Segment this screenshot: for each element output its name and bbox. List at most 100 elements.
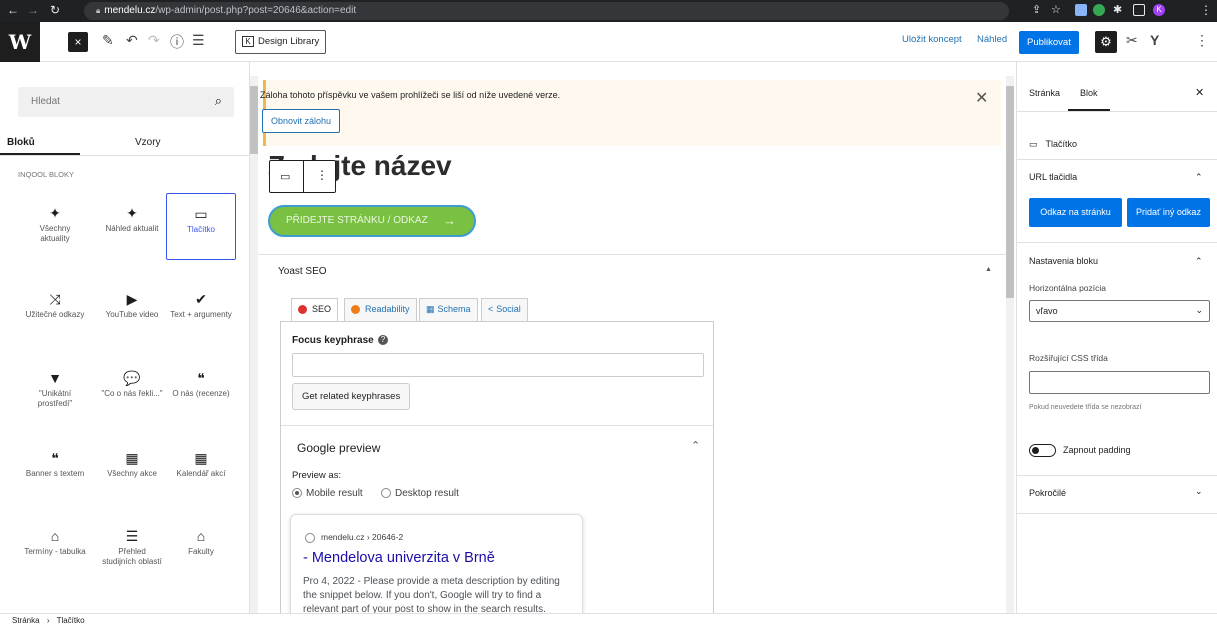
yoast-tab-readability[interactable]: Readability bbox=[344, 298, 417, 321]
block-item[interactable]: ✦ Náhled aktualit bbox=[97, 202, 167, 234]
editor-toolbar: W × ✎ ↶ ↷ ⓘ ☰ K Design Library Uložit kon… bbox=[0, 22, 1217, 62]
url-section-title[interactable]: URL tlačidla bbox=[1029, 172, 1077, 182]
close-sidebar-icon[interactable]: ✕ bbox=[1195, 86, 1204, 99]
preview-button[interactable]: Náhled bbox=[977, 34, 1007, 45]
block-item[interactable]: ▶ YouTube video bbox=[97, 288, 167, 320]
kadence-icon: K bbox=[242, 35, 254, 47]
toolbar-divider bbox=[303, 161, 304, 192]
seo-tab-label: SEO bbox=[312, 304, 332, 314]
save-draft-button[interactable]: Uložit koncept bbox=[902, 34, 962, 45]
puzzle-icon[interactable]: ✱ bbox=[1113, 3, 1122, 16]
focus-keyphrase-input[interactable] bbox=[292, 353, 704, 377]
tab-block[interactable]: Blok bbox=[1080, 88, 1098, 98]
chevron-down-icon[interactable]: ⌄ bbox=[1195, 486, 1203, 497]
reload-icon[interactable]: ↻ bbox=[50, 3, 60, 17]
add-other-link-button[interactable]: Pridať iný odkaz bbox=[1127, 198, 1210, 227]
inserter-scrollbar-thumb[interactable] bbox=[250, 86, 258, 154]
block-icon: 💬 bbox=[123, 370, 141, 386]
tab-blocks[interactable]: Bloků bbox=[7, 137, 35, 148]
chevron-up-icon[interactable]: ⌃ bbox=[691, 439, 700, 452]
block-settings-title[interactable]: Nastavenia bloku bbox=[1029, 256, 1098, 266]
help-icon[interactable]: ? bbox=[378, 335, 388, 345]
breadcrumb: Stránka › Tlačítko bbox=[0, 613, 1217, 627]
block-item[interactable]: ▼ "Unikátní prostředí" bbox=[20, 367, 90, 409]
yoast-tab-seo[interactable]: SEO bbox=[291, 298, 339, 322]
block-type-icon[interactable]: ▭ bbox=[280, 170, 290, 183]
breadcrumb-page[interactable]: Stránka bbox=[12, 616, 40, 625]
block-item[interactable]: ✔ Text + argumenty bbox=[166, 288, 236, 320]
close-inserter-button[interactable]: × bbox=[68, 32, 88, 52]
block-item[interactable]: ⌂ Fakulty bbox=[166, 525, 236, 557]
tab-page[interactable]: Stránka bbox=[1029, 88, 1060, 98]
padding-toggle-label: Zapnout padding bbox=[1063, 445, 1131, 455]
chevron-up-icon[interactable]: ⌃ bbox=[1195, 256, 1203, 267]
tab-divider bbox=[0, 155, 250, 156]
options-menu-icon[interactable]: ⋮ bbox=[1195, 32, 1209, 49]
serp-title: - Mendelova univerzita v Brně bbox=[303, 550, 495, 566]
yoast-tab-social[interactable]: < Social bbox=[481, 298, 528, 321]
advanced-section-title[interactable]: Pokročilé bbox=[1029, 488, 1066, 498]
block-item[interactable]: ▦ Všechny akce bbox=[97, 447, 167, 479]
block-label: Termíny - tabulka bbox=[24, 547, 86, 556]
backup-notice-text: Záloha tohoto příspěvku ve vašem prohlíž… bbox=[260, 90, 561, 100]
inserter-scrollbar[interactable] bbox=[250, 76, 258, 613]
css-help-text: Pokud neuvedete třída se nezobrazí bbox=[1029, 404, 1142, 411]
sidepanel-icon[interactable] bbox=[1133, 4, 1145, 16]
close-notice-icon[interactable]: ✕ bbox=[975, 88, 988, 108]
divider bbox=[1017, 475, 1217, 476]
caret-up-icon[interactable]: ▲ bbox=[985, 266, 992, 273]
chrome-menu-icon[interactable]: ⋮ bbox=[1200, 3, 1212, 17]
wordpress-logo[interactable]: W bbox=[0, 22, 40, 62]
extension-icon[interactable] bbox=[1075, 4, 1087, 16]
forward-icon[interactable]: → bbox=[27, 3, 39, 17]
block-item[interactable]: ▦ Kalendář akcí bbox=[166, 447, 236, 479]
block-item[interactable]: ❝ O nás (recenze) bbox=[166, 367, 236, 399]
padding-toggle[interactable] bbox=[1029, 444, 1056, 457]
block-item[interactable]: 💬 "Co o nás řekli..." bbox=[97, 367, 167, 399]
address-bar[interactable]: 🔒︎ mendelu.cz/wp-admin/post.php?post=2064… bbox=[84, 2, 1009, 20]
block-item[interactable]: ✦ Všechny aktuality bbox=[20, 202, 90, 244]
block-icon: ▦ bbox=[194, 450, 208, 466]
block-search-input[interactable]: Hledat ⌕ bbox=[18, 87, 234, 117]
editor-scrollbar-thumb[interactable] bbox=[1006, 86, 1014, 298]
kadence-blocks-icon[interactable]: ✂ bbox=[1126, 32, 1138, 49]
publish-button[interactable]: Publikovat bbox=[1019, 31, 1079, 54]
link-to-page-button[interactable]: Odkaz na stránku bbox=[1029, 198, 1122, 227]
block-item[interactable]: ☰ Přehled studijních oblastí bbox=[97, 525, 167, 567]
pencil-icon[interactable]: ✎ bbox=[102, 32, 114, 49]
restore-backup-button[interactable]: Obnovit zálohu bbox=[262, 109, 341, 133]
get-related-keyphrases-button[interactable]: Get related keyphrases bbox=[292, 383, 411, 410]
tab-patterns[interactable]: Vzory bbox=[135, 137, 161, 148]
yoast-tab-schema[interactable]: ▦ Schema bbox=[419, 298, 478, 321]
desktop-result-radio[interactable]: Desktop result bbox=[381, 488, 459, 499]
url-domain: mendelu.cz bbox=[104, 5, 156, 16]
radio-unselected-icon bbox=[381, 488, 391, 499]
green-cta-button[interactable]: PŘIDEJTE STRÁNKU / ODKAZ → bbox=[268, 205, 476, 237]
design-library-button[interactable]: K Design Library bbox=[235, 30, 327, 54]
yoast-icon[interactable]: Y bbox=[1150, 32, 1159, 48]
list-view-icon[interactable]: ☰ bbox=[192, 32, 205, 49]
block-item[interactable]: ▭ Tlačítko bbox=[166, 193, 236, 260]
profile-avatar[interactable]: K bbox=[1153, 4, 1165, 16]
back-icon[interactable]: ← bbox=[7, 3, 19, 17]
settings-gear-icon[interactable]: ⚙ bbox=[1095, 31, 1117, 53]
block-options-icon[interactable]: ⋮ bbox=[316, 168, 328, 182]
radio-selected-icon bbox=[292, 488, 302, 499]
block-label: O nás (recenze) bbox=[172, 389, 230, 398]
horizontal-position-select[interactable]: vľavo ⌄ bbox=[1029, 300, 1210, 322]
share-icon[interactable]: ⇪ bbox=[1032, 3, 1041, 16]
info-icon[interactable]: ⓘ bbox=[170, 32, 184, 52]
star-icon[interactable]: ☆ bbox=[1051, 3, 1061, 16]
block-item[interactable]: ⌂ Termíny - tabulka bbox=[20, 525, 90, 557]
chevron-up-icon[interactable]: ⌃ bbox=[1195, 172, 1203, 183]
grammarly-icon[interactable] bbox=[1093, 4, 1105, 16]
redo-icon[interactable]: ↷ bbox=[148, 32, 160, 49]
mobile-result-radio[interactable]: Mobile result bbox=[292, 488, 363, 499]
css-class-input[interactable] bbox=[1029, 371, 1210, 394]
breadcrumb-block[interactable]: Tlačítko bbox=[57, 616, 85, 625]
block-item[interactable]: ⤨ Užitečné odkazy bbox=[20, 288, 90, 320]
block-item[interactable]: ❝ Banner s textem bbox=[20, 447, 90, 479]
undo-icon[interactable]: ↶ bbox=[126, 32, 138, 49]
block-label: "Co o nás řekli..." bbox=[101, 389, 163, 398]
yoast-panel-header[interactable] bbox=[258, 254, 1008, 286]
